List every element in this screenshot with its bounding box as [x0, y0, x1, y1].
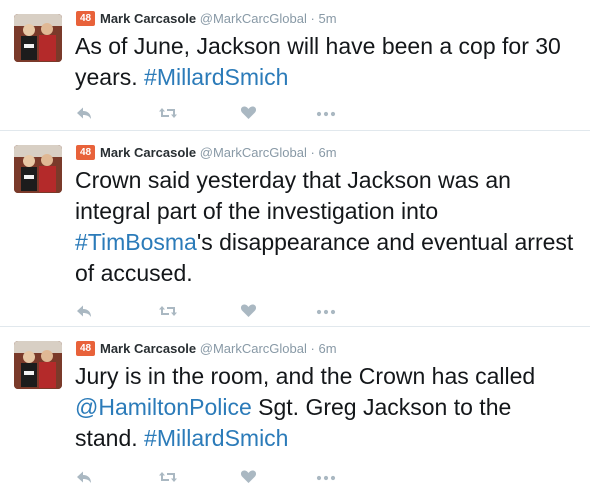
tweet-text: As of June, Jackson will have been a cop… [75, 31, 580, 93]
author-name[interactable]: Mark Carcasole [100, 145, 196, 160]
hashtag-link[interactable]: #TimBosma [75, 229, 197, 255]
separator: · [310, 145, 315, 160]
reply-icon[interactable] [75, 302, 93, 320]
tweet-header: Mark Carcasole @MarkCarcGlobal · 6m [100, 145, 337, 161]
timestamp[interactable]: 6m [318, 145, 336, 160]
retweet-icon[interactable] [158, 468, 178, 486]
more-icon[interactable] [316, 104, 336, 122]
tweet[interactable]: 48 Mark Carcasole @MarkCarcGlobal · 5m A… [0, 0, 590, 131]
timestamp[interactable]: 6m [318, 341, 336, 356]
more-icon[interactable] [316, 302, 336, 320]
hashtag-link[interactable]: #MillardSmich [144, 64, 288, 90]
tweet-header: Mark Carcasole @MarkCarcGlobal · 5m [100, 11, 337, 27]
mention-link[interactable]: @HamiltonPolice [75, 394, 252, 420]
tweet-text-segment: Crown said yesterday that Jackson was an… [75, 167, 511, 224]
retweet-icon[interactable] [158, 104, 178, 122]
tweet-text-segment: Jury is in the room, and the Crown has c… [75, 363, 536, 389]
tweet-text: Crown said yesterday that Jackson was an… [75, 165, 580, 289]
heart-icon[interactable] [240, 104, 257, 121]
reply-icon[interactable] [75, 104, 93, 122]
author-name[interactable]: Mark Carcasole [100, 341, 196, 356]
author-handle[interactable]: @MarkCarcGlobal [200, 11, 307, 26]
avatar[interactable] [14, 145, 62, 193]
tweet-timeline: 48 Mark Carcasole @MarkCarcGlobal · 5m A… [0, 0, 590, 495]
heart-icon[interactable] [240, 468, 257, 485]
author-name[interactable]: Mark Carcasole [100, 11, 196, 26]
reply-icon[interactable] [75, 468, 93, 486]
tweet-text: Jury is in the room, and the Crown has c… [75, 361, 580, 454]
hashtag-link[interactable]: #MillardSmich [144, 425, 288, 451]
tweet[interactable]: 48 Mark Carcasole @MarkCarcGlobal · 6m J… [0, 327, 590, 495]
separator: · [310, 11, 315, 26]
tweet[interactable]: 48 Mark Carcasole @MarkCarcGlobal · 6m C… [0, 131, 590, 327]
timestamp[interactable]: 5m [318, 11, 336, 26]
notification-badge: 48 [76, 341, 95, 356]
author-handle[interactable]: @MarkCarcGlobal [200, 341, 307, 356]
more-icon[interactable] [316, 468, 336, 486]
retweet-icon[interactable] [158, 302, 178, 320]
separator: · [310, 341, 315, 356]
avatar[interactable] [14, 341, 62, 389]
avatar[interactable] [14, 14, 62, 62]
notification-badge: 48 [76, 145, 95, 160]
notification-badge: 48 [76, 11, 95, 26]
heart-icon[interactable] [240, 302, 257, 319]
tweet-header: Mark Carcasole @MarkCarcGlobal · 6m [100, 341, 337, 357]
author-handle[interactable]: @MarkCarcGlobal [200, 145, 307, 160]
